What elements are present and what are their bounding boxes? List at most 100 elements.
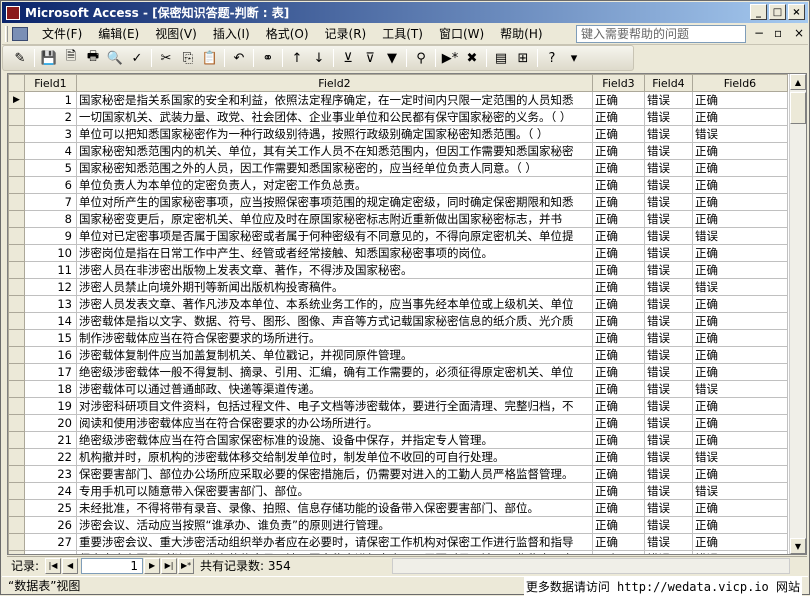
current-record-indicator-icon[interactable]: ▶ xyxy=(8,91,25,109)
minimize-button[interactable]: _ xyxy=(750,4,767,20)
field4-cell[interactable]: 错误 xyxy=(644,397,693,415)
field1-cell[interactable]: 27 xyxy=(24,533,77,551)
field2-cell[interactable]: 单位可以把知悉国家秘密作为一种行政级别待遇，按照行政级别确定国家秘密知悉范围。（… xyxy=(76,125,593,143)
table-row[interactable]: 11 涉密人员在非涉密出版物上发表文章、著作，不得涉及国家秘密。 正确 错误 正确 xyxy=(8,261,788,279)
field6-cell[interactable]: 正确 xyxy=(692,363,788,381)
menu-file[interactable]: 文件(F) xyxy=(34,24,90,44)
row-selector[interactable] xyxy=(8,482,25,500)
table-row[interactable]: 14 涉密载体是指以文字、数据、符号、图形、图像、声音等方式记载国家秘密信息的纸介… xyxy=(8,312,788,330)
field2-cell[interactable]: 国家秘密是指关系国家的安全和利益，依照法定程序确定，在一定时间内只限一定范围的人… xyxy=(76,91,593,109)
database-window-icon[interactable]: ▤ xyxy=(491,48,511,68)
field4-cell[interactable]: 错误 xyxy=(644,176,693,194)
row-selector[interactable] xyxy=(8,278,25,296)
table-row[interactable]: 23 保密要害部门、部位办公场所应采取必要的保密措施后，仍需要对进入的工勤人员严格… xyxy=(8,465,788,483)
menu-tools[interactable]: 工具(T) xyxy=(374,24,431,44)
field1-cell[interactable]: 1 xyxy=(24,91,77,109)
field6-cell[interactable]: 正确 xyxy=(692,414,788,432)
filter-by-form-icon[interactable]: ⊽ xyxy=(360,48,380,68)
field3-cell[interactable]: 正确 xyxy=(592,210,645,228)
table-row[interactable]: 15 制作涉密载体应当在符合保密要求的场所进行。 正确 错误 正确 xyxy=(8,329,788,347)
field2-cell[interactable]: 涉密人员在非涉密出版物上发表文章、著作，不得涉及国家秘密。 xyxy=(76,261,593,279)
table-row[interactable]: 5 国家秘密知悉范围之外的人员，因工作需要知悉国家秘密的，应当经单位负责人同意。（… xyxy=(8,159,788,177)
field3-cell[interactable]: 正确 xyxy=(592,261,645,279)
field6-cell[interactable]: 正确 xyxy=(692,346,788,364)
field1-cell[interactable]: 16 xyxy=(24,346,77,364)
field3-cell[interactable]: 正确 xyxy=(592,414,645,432)
field3-cell[interactable]: 正确 xyxy=(592,108,645,126)
field1-cell[interactable]: 2 xyxy=(24,108,77,126)
scroll-thumb[interactable] xyxy=(790,92,806,124)
field1-cell[interactable]: 19 xyxy=(24,397,77,415)
field3-cell[interactable]: 正确 xyxy=(592,533,645,551)
field4-cell[interactable]: 错误 xyxy=(644,516,693,534)
field3-cell[interactable]: 正确 xyxy=(592,278,645,296)
field6-cell[interactable]: 正确 xyxy=(692,499,788,517)
field6-cell[interactable]: 正确 xyxy=(692,210,788,228)
column-header[interactable]: Field4 xyxy=(644,74,693,92)
row-selector[interactable] xyxy=(8,329,25,347)
field2-cell[interactable]: 保密审查主要是对拟公开发布的信息是否涉及国家秘密进行审查，不需要对是否涉及工作秘… xyxy=(76,550,593,554)
table-row[interactable]: 26 涉密会议、活动应当按照“谁承办、谁负责”的原则进行管理。 正确 错误 正确 xyxy=(8,516,788,534)
field4-cell[interactable]: 错误 xyxy=(644,431,693,449)
field2-cell[interactable]: 涉密载体复制件应当加盖复制机关、单位戳记，并视同原件管理。 xyxy=(76,346,593,364)
doc-close-icon[interactable]: × xyxy=(794,26,804,40)
menu-edit[interactable]: 编辑(E) xyxy=(90,24,147,44)
field1-cell[interactable]: 6 xyxy=(24,176,77,194)
field6-cell[interactable]: 错误 xyxy=(692,227,788,245)
field3-cell[interactable]: 正确 xyxy=(592,125,645,143)
field2-cell[interactable]: 阅读和使用涉密载体应当在符合保密要求的办公场所进行。 xyxy=(76,414,593,432)
field4-cell[interactable]: 错误 xyxy=(644,108,693,126)
field1-cell[interactable]: 5 xyxy=(24,159,77,177)
menu-help[interactable]: 帮助(H) xyxy=(492,24,550,44)
field6-cell[interactable]: 正确 xyxy=(692,397,788,415)
filter-by-selection-icon[interactable]: ⊻ xyxy=(338,48,358,68)
select-all-corner[interactable] xyxy=(8,74,25,92)
field6-cell[interactable]: 正确 xyxy=(692,142,788,160)
menu-insert[interactable]: 插入(I) xyxy=(205,24,258,44)
field2-cell[interactable]: 绝密级涉密载体应当在符合国家保密标准的设施、设备中保存，并指定专人管理。 xyxy=(76,431,593,449)
field6-cell[interactable]: 正确 xyxy=(692,108,788,126)
field2-cell[interactable]: 一切国家机关、武装力量、政党、社会团体、企业事业单位和公民都有保守国家秘密的义务… xyxy=(76,108,593,126)
field3-cell[interactable]: 正确 xyxy=(592,363,645,381)
table-row[interactable]: 9 单位对已定密事项是否属于国家秘密或者属于何种密级有不同意见的，不得向原定密机关… xyxy=(8,227,788,245)
row-selector[interactable] xyxy=(8,295,25,313)
row-selector[interactable] xyxy=(8,431,25,449)
field4-cell[interactable]: 错误 xyxy=(644,550,693,554)
row-selector[interactable] xyxy=(8,448,25,466)
table-row[interactable]: 13 涉密人员发表文章、著作凡涉及本单位、本系统业务工作的，应当事先经本单位或上级… xyxy=(8,295,788,313)
file-search-icon[interactable]: 🗎 xyxy=(61,48,81,68)
field1-cell[interactable]: 18 xyxy=(24,380,77,398)
row-selector[interactable] xyxy=(8,533,25,551)
field3-cell[interactable]: 正确 xyxy=(592,397,645,415)
field3-cell[interactable]: 正确 xyxy=(592,312,645,330)
print-icon[interactable]: 🖶 xyxy=(83,48,103,68)
column-header[interactable]: Field1 xyxy=(24,74,77,92)
doc-minimize-icon[interactable]: − xyxy=(754,26,764,40)
table-row[interactable]: 3 单位可以把知悉国家秘密作为一种行政级别待遇，按照行政级别确定国家秘密知悉范围。… xyxy=(8,125,788,143)
field4-cell[interactable]: 错误 xyxy=(644,142,693,160)
field2-cell[interactable]: 涉密载体可以通过普通邮政、快递等渠道传递。 xyxy=(76,380,593,398)
table-row[interactable]: 25 未经批准，不得将带有录音、录像、拍照、信息存储功能的设备带入保密要害部门、部… xyxy=(8,499,788,517)
field3-cell[interactable]: 正确 xyxy=(592,448,645,466)
row-selector[interactable] xyxy=(8,227,25,245)
last-record-icon[interactable]: ▶| xyxy=(161,557,178,574)
field2-cell[interactable]: 涉密人员禁止向境外期刊等新闻出版机构投寄稿件。 xyxy=(76,278,593,296)
field1-cell[interactable]: 20 xyxy=(24,414,77,432)
field4-cell[interactable]: 错误 xyxy=(644,193,693,211)
field2-cell[interactable]: 对涉密科研项目文件资料，包括过程文件、电子文档等涉密载体，要进行全面清理、完整归… xyxy=(76,397,593,415)
field1-cell[interactable]: 12 xyxy=(24,278,77,296)
row-selector[interactable] xyxy=(8,499,25,517)
field4-cell[interactable]: 错误 xyxy=(644,533,693,551)
field3-cell[interactable]: 正确 xyxy=(592,516,645,534)
field4-cell[interactable]: 错误 xyxy=(644,448,693,466)
previous-record-icon[interactable]: ◀ xyxy=(62,557,79,574)
help-question-input[interactable]: 键入需要帮助的问题 xyxy=(576,25,746,43)
column-header[interactable]: Field6 xyxy=(692,74,788,92)
field1-cell[interactable]: 24 xyxy=(24,482,77,500)
field4-cell[interactable]: 错误 xyxy=(644,346,693,364)
table-row[interactable]: 10 涉密岗位是指在日常工作中产生、经管或者经常接触、知悉国家秘密事项的岗位。 正确… xyxy=(8,244,788,262)
field3-cell[interactable]: 正确 xyxy=(592,550,645,554)
field4-cell[interactable]: 错误 xyxy=(644,91,693,109)
field2-cell[interactable]: 保密要害部门、部位办公场所应采取必要的保密措施后，仍需要对进入的工勤人员严格监督… xyxy=(76,465,593,483)
field6-cell[interactable]: 正确 xyxy=(692,516,788,534)
